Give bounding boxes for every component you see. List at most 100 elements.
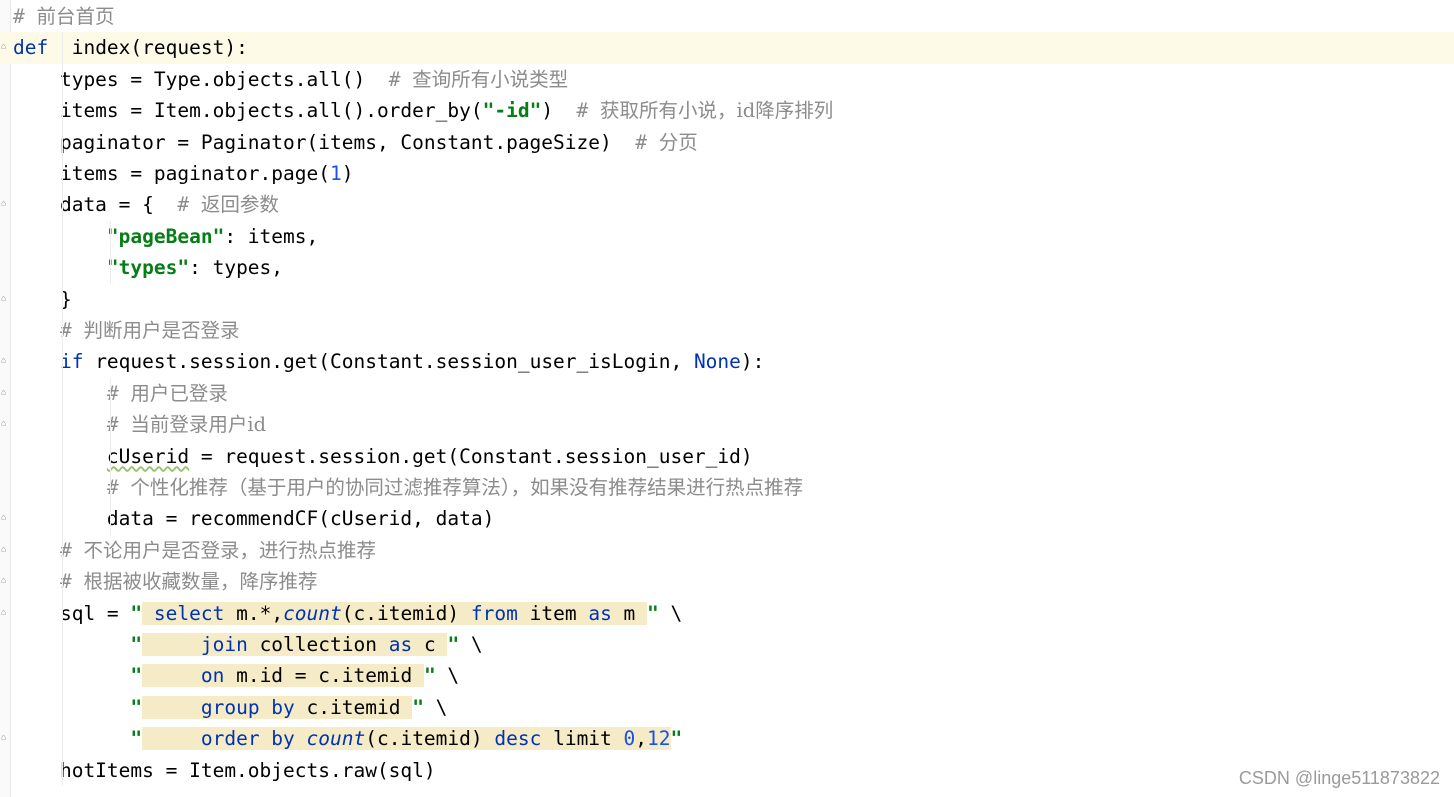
code-line[interactable]: types = Type.objects.all() # 查询所有小说类型 [0, 64, 1454, 95]
code-token: " [423, 664, 436, 688]
fold-marker-icon[interactable]: ⌂ [1, 200, 10, 209]
code-token: 用户已登录 [130, 381, 228, 405]
code-token: " [130, 727, 143, 751]
code-line[interactable]: " group by c.itemid " \ [0, 692, 1454, 723]
code-token: " [130, 695, 143, 719]
code-text: sql = " select m.*,count(c.itemid) from … [13, 598, 682, 629]
code-text: data = recommendCF(cUserid, data) [13, 503, 494, 534]
code-line[interactable]: " on m.id = c.itemid " \ [0, 660, 1454, 691]
code-token: as [588, 601, 612, 625]
code-line[interactable]: # 用户已登录 [0, 378, 1454, 409]
code-line[interactable]: cUserid = request.session.get(Constant.s… [0, 441, 1454, 472]
code-token: ): [740, 350, 765, 374]
code-text: items = Item.objects.all().order_by("-id… [13, 95, 833, 126]
code-line[interactable]: } [0, 284, 1454, 315]
code-text: # 前台首页 [13, 1, 115, 32]
fold-marker-icon[interactable]: ⌂ [1, 357, 10, 366]
fold-marker-icon[interactable]: ⌂ [1, 734, 10, 743]
code-token: # [576, 99, 601, 123]
code-line[interactable]: # 不论用户是否登录，进行热点推荐 [0, 535, 1454, 566]
code-token: 分页 [658, 130, 698, 154]
code-token: "pageBean" [106, 224, 225, 248]
fold-marker-icon[interactable]: ⌂ [1, 608, 10, 618]
code-line[interactable]: " order by count(c.itemid) desc limit 0,… [0, 723, 1454, 754]
code-token [142, 727, 201, 751]
code-token: \ [459, 633, 483, 656]
code-token: types = Type.objects.all() [13, 67, 389, 91]
code-line[interactable]: data = recommendCF(cUserid, data) [0, 503, 1454, 534]
code-token [142, 695, 201, 719]
fold-marker-icon[interactable]: ⌂ [1, 577, 10, 586]
code-token: count [306, 727, 366, 751]
code-line[interactable]: sql = " select m.*,count(c.itemid) from … [0, 598, 1454, 629]
code-token: 前台首页 [36, 5, 115, 28]
code-line[interactable]: # 当前登录用户id [0, 409, 1454, 440]
fold-marker-icon[interactable]: ⌂ [1, 514, 10, 523]
code-line[interactable]: # 前台首页 [0, 1, 1454, 32]
code-line[interactable]: " join collection as c " \ [0, 629, 1454, 660]
code-line[interactable]: paginator = Paginator(items, Constant.pa… [0, 127, 1454, 158]
fold-marker-icon[interactable]: ⌂ [1, 545, 10, 555]
code-token: 当前登录用户id [130, 413, 267, 437]
code-line[interactable]: "types": types, [0, 252, 1454, 283]
code-line[interactable]: # 根据被收藏数量，降序推荐 [0, 566, 1454, 597]
fold-marker-icon[interactable]: ⌂ [1, 43, 10, 52]
code-token: data = { [13, 193, 178, 217]
code-token: items = paginator.page( [13, 162, 330, 185]
code-token: def [13, 36, 49, 60]
code-line[interactable]: data = { # 返回参数 [0, 189, 1454, 220]
code-line[interactable]: # 判断用户是否登录 [0, 315, 1454, 346]
code-token: " [130, 664, 143, 688]
code-token: # [635, 130, 659, 154]
fold-marker-icon[interactable]: ⌂ [1, 420, 10, 429]
code-line[interactable]: hotItems = Item.objects.raw(sql) [0, 755, 1454, 786]
code-line[interactable]: items = paginator.page(1) [0, 158, 1454, 189]
code-text: # 当前登录用户id [13, 409, 266, 440]
code-token: sql = [13, 601, 131, 625]
code-token: # [59, 319, 84, 342]
code-line[interactable]: # 个性化推荐（基于用户的协同过滤推荐算法），如果没有推荐结果进行热点推荐 [0, 472, 1454, 503]
code-token [294, 727, 307, 751]
code-editor[interactable]: # 前台首页 def index(request): types = Type.o… [0, 0, 1454, 797]
code-text: "types": types, [13, 252, 283, 283]
code-token: group by [200, 695, 295, 719]
code-token: if [59, 350, 84, 374]
code-token: select [153, 601, 225, 625]
code-text: def index(request): [13, 32, 248, 63]
code-token: # [13, 5, 37, 28]
code-token: 判断用户是否登录 [83, 319, 240, 342]
code-line[interactable]: items = Item.objects.all().order_by("-id… [0, 95, 1454, 126]
code-token: paginator = Paginator(items, Constant.pa… [13, 130, 636, 154]
code-token: order by [200, 727, 295, 751]
fold-marker-icon[interactable]: ⌂ [1, 388, 10, 398]
fold-marker-icon[interactable]: ⌂ [1, 294, 10, 304]
code-token: index(request): [48, 36, 248, 60]
code-text: cUserid = request.session.get(Constant.s… [13, 441, 753, 472]
code-token: " [447, 633, 460, 656]
code-text: paginator = Paginator(items, Constant.pa… [13, 127, 698, 158]
code-line[interactable]: "pageBean": items, [0, 221, 1454, 252]
code-token: m [611, 601, 648, 625]
code-token: (c.itemid) [341, 601, 471, 625]
code-text: " group by c.itemid " \ [13, 692, 447, 723]
code-token: count [283, 601, 342, 625]
code-token: " [670, 727, 683, 751]
code-token: \ [658, 601, 683, 625]
code-line[interactable]: def index(request): [0, 32, 1454, 64]
code-line[interactable]: if request.session.get(Constant.session_… [0, 346, 1454, 377]
code-token: : items, [224, 224, 319, 248]
code-token: join [200, 633, 248, 656]
code-token: "types" [106, 256, 190, 280]
code-token: \ [423, 695, 448, 719]
code-token: item [517, 601, 589, 625]
code-token: 根据被收藏数量，降序推荐 [83, 570, 318, 594]
code-text: "pageBean": items, [13, 221, 318, 252]
code-token: 查询所有小说类型 [412, 67, 569, 91]
